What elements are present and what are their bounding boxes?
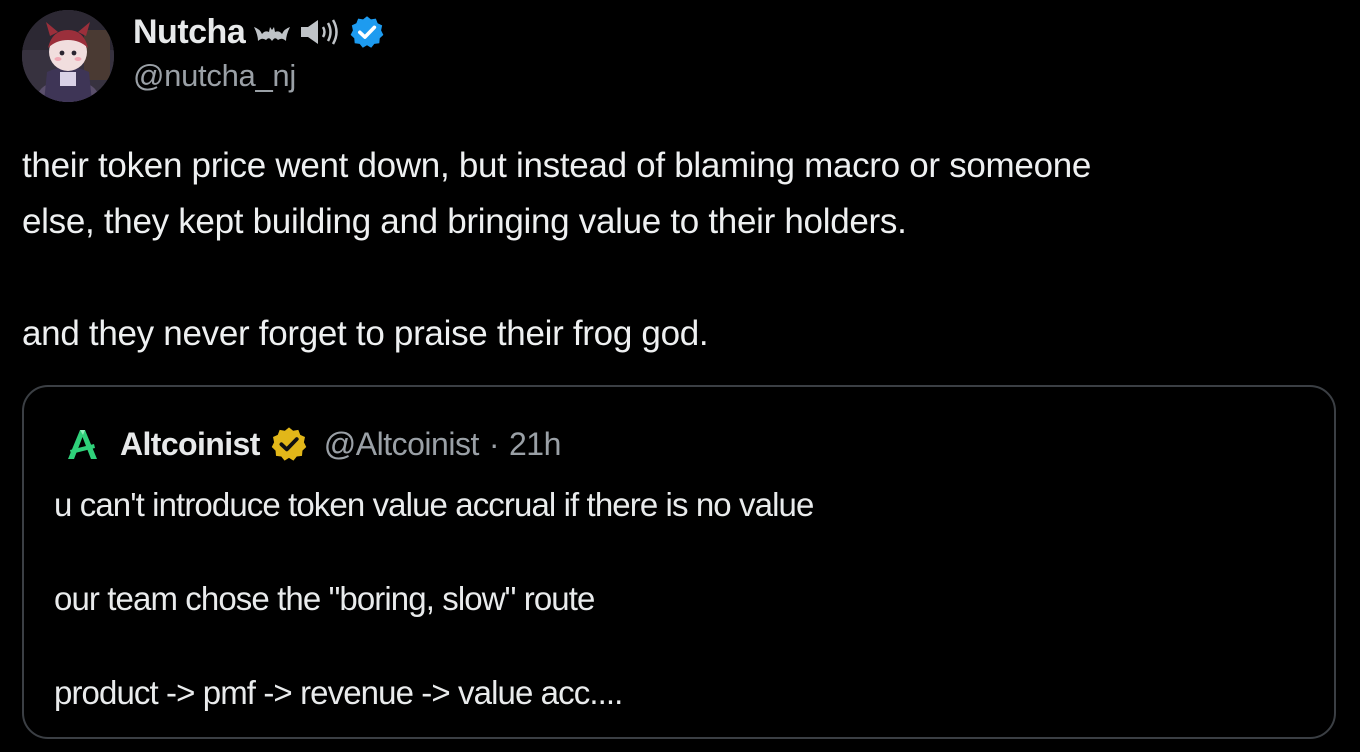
post-text-line: and they never forget to praise their fr… [22, 314, 709, 353]
quoted-author-handle[interactable]: @Altcoinist [324, 426, 480, 463]
post-text: their token price went down, but instead… [22, 138, 1332, 362]
quoted-post-line: product -> pmf -> revenue -> value acc..… [54, 674, 623, 711]
quoted-post-line: u can't introduce token value accrual if… [54, 486, 814, 523]
author-avatar[interactable] [22, 10, 114, 102]
quoted-post-card[interactable]: Altcoinist @Altcoinist · 21h u can't int… [22, 385, 1336, 739]
author-handle[interactable]: @nutcha_nj [133, 58, 296, 94]
quoted-post-line: our team chose the "boring, slow" route [54, 580, 595, 617]
post: Nutcha @nutcha_nj their token price went… [0, 0, 1360, 752]
quoted-post-header: Altcoinist @Altcoinist · 21h [62, 423, 561, 465]
verified-badge-icon[interactable] [349, 14, 385, 50]
gold-verified-badge-icon[interactable] [270, 425, 308, 463]
quoted-author-name[interactable]: Altcoinist [120, 426, 260, 463]
author-name-row[interactable]: Nutcha [133, 10, 385, 54]
post-text-line: else, they kept building and bringing va… [22, 202, 907, 241]
bat-icon [253, 17, 291, 47]
altcoinist-logo-icon[interactable] [62, 424, 102, 464]
quoted-post-body: u can't introduce token value accrual if… [54, 481, 1314, 716]
separator-dot: · [488, 425, 500, 462]
speaker-icon [299, 17, 341, 47]
quoted-post-timestamp[interactable]: 21h [509, 426, 561, 463]
author-name[interactable]: Nutcha [133, 13, 246, 52]
post-text-line: their token price went down, but instead… [22, 146, 1092, 185]
avatar-image [22, 10, 114, 102]
